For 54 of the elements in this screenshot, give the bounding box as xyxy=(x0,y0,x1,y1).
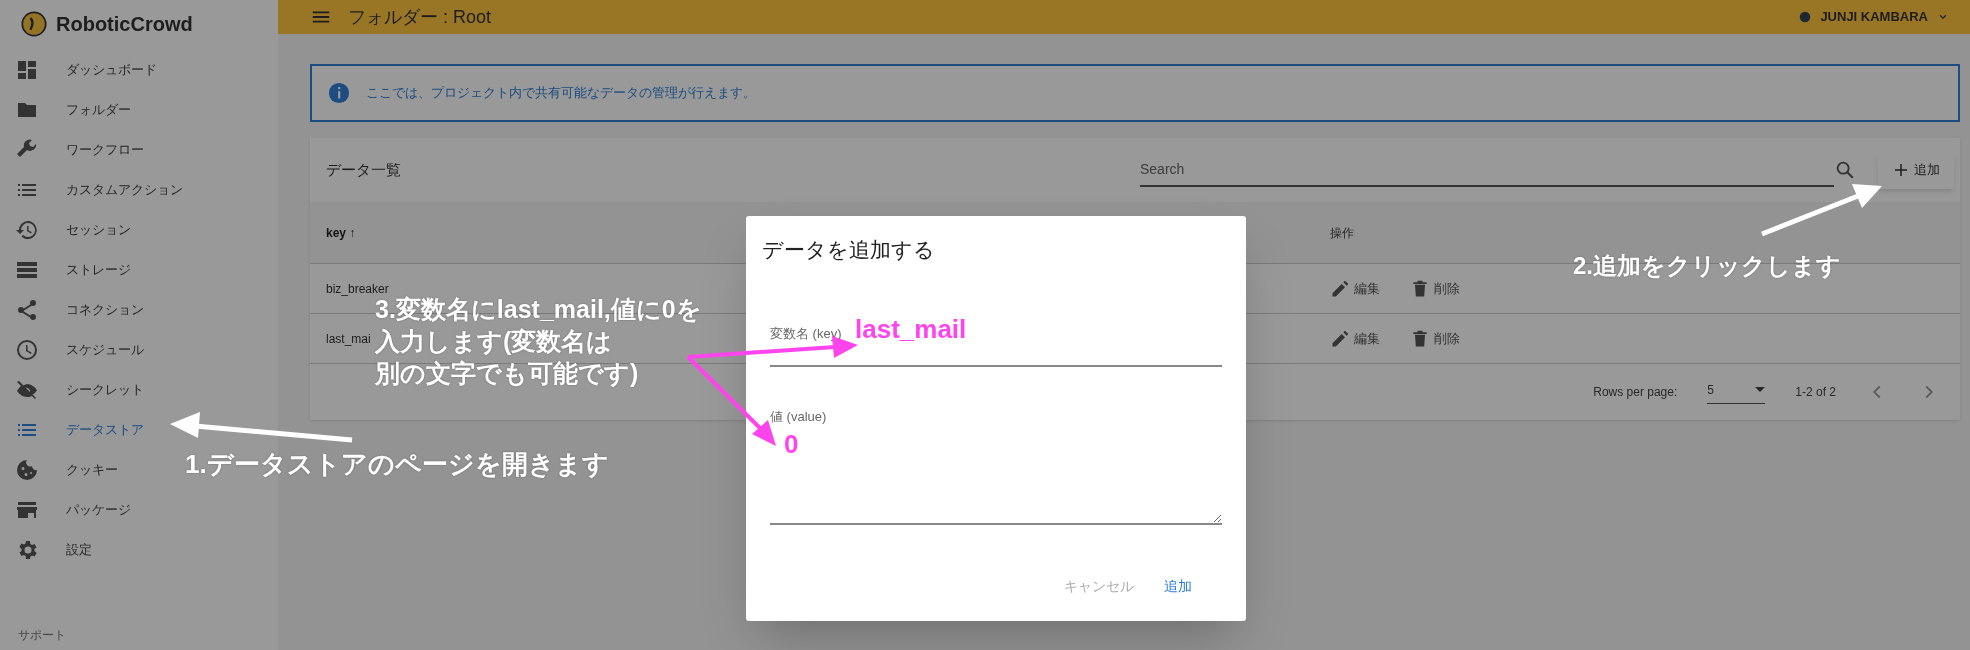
pencil-icon xyxy=(1330,328,1350,349)
table-cell-text: last_mai xyxy=(326,330,371,348)
delete-button[interactable]: 削除 xyxy=(1410,278,1460,299)
annotation-text: 3.変数名にlast_mail,値に0を 入力します(変数名は 別の文字でも可能です) xyxy=(375,295,702,389)
dialog-title: データを追加する xyxy=(762,237,936,263)
sidebar-item[interactable]: ストレージ xyxy=(0,250,139,290)
column-header: 操作 xyxy=(1330,224,1355,242)
globe-icon xyxy=(1798,10,1813,24)
search-field[interactable]: Search xyxy=(1140,153,1834,187)
sidebar-item[interactable]: 設定 xyxy=(0,530,100,570)
sidebar-item[interactable]: ワークフロー xyxy=(0,130,152,170)
sidebar-item[interactable]: シークレット xyxy=(0,370,152,410)
dashboard-icon xyxy=(15,58,39,82)
sidebar-item[interactable]: セッション xyxy=(0,210,139,250)
annotation-text: 1.データストアのページを開きます xyxy=(185,448,609,481)
logo-text: RoboticCrowd xyxy=(56,12,193,37)
dropdown-caret-icon xyxy=(1755,387,1766,392)
sidebar-item[interactable]: フォルダー xyxy=(0,90,139,130)
add-button[interactable]: 追加 xyxy=(1878,151,1954,189)
annotation-text: 2.追加をクリックします xyxy=(1573,251,1841,281)
sidebar-item[interactable]: カスタムアクション xyxy=(0,170,191,210)
sidebar-item[interactable]: ダッシュボード xyxy=(0,50,165,90)
sidebar-item[interactable]: クッキー xyxy=(0,450,126,490)
trash-icon xyxy=(1410,328,1430,349)
delete-button[interactable]: 削除 xyxy=(1410,328,1460,349)
rows-per-page-select[interactable]: 5 xyxy=(1707,380,1766,404)
table-cell-text: biz_breaker xyxy=(326,280,389,298)
sidebar-item[interactable]: パッケージ xyxy=(0,490,139,530)
info-icon xyxy=(328,82,350,104)
sidebar-item[interactable]: スケジュール xyxy=(0,330,152,370)
field-label: 値 (value) xyxy=(770,408,827,426)
clock-icon xyxy=(15,338,39,362)
sidebar-item[interactable]: データストア xyxy=(0,410,152,450)
plus-icon xyxy=(1892,161,1910,179)
annotation-text: last_mail xyxy=(855,313,967,346)
trash-icon xyxy=(1410,278,1430,299)
confirm-button[interactable]: 追加 xyxy=(1164,576,1192,597)
rows-per-page-label: Rows per page: xyxy=(1593,384,1678,401)
share-icon xyxy=(15,298,39,322)
header-title: フォルダー : Root xyxy=(348,5,492,29)
info-text: ここでは、プロジェクト内で共有可能なデータの管理が行えます。 xyxy=(366,84,756,103)
user-menu[interactable]: JUNJI KAMBARA xyxy=(1798,7,1950,27)
section-heading: サポート xyxy=(17,627,67,644)
edit-button[interactable]: 編集 xyxy=(1330,328,1380,349)
search-icon xyxy=(1834,159,1856,181)
cookie-icon xyxy=(15,458,39,482)
card-title: データ一覧 xyxy=(326,159,401,180)
edit-button[interactable]: 編集 xyxy=(1330,278,1380,299)
eye-off-icon xyxy=(15,378,39,402)
sidebar-item[interactable]: コネクション xyxy=(0,290,152,330)
history-icon xyxy=(15,218,39,242)
annotation-text: 0 xyxy=(784,428,799,461)
page-range: 1-2 of 2 xyxy=(1795,384,1836,401)
pencil-icon xyxy=(1330,278,1350,299)
